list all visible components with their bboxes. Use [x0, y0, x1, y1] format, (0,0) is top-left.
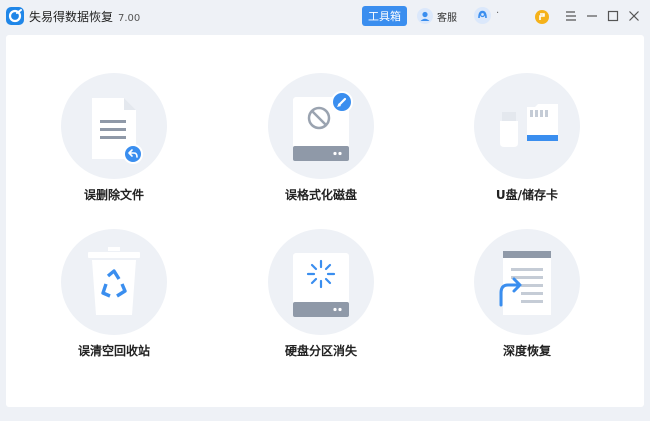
minimize-icon — [587, 15, 597, 17]
card-label: 误删除文件 — [83, 188, 144, 202]
main-panel: 误删除文件 误格式化磁盘 U盘/储存卡 误清空回收站 硬盘分区消失 深度恢复 — [6, 35, 644, 407]
formatted-disk-icon — [268, 73, 374, 179]
user-name: · — [496, 8, 500, 19]
minimize-button[interactable] — [584, 8, 600, 24]
card-deleted-files[interactable]: 误删除文件 — [49, 73, 179, 213]
toolbox-button[interactable]: 工具箱 — [362, 6, 407, 26]
card-label: U盘/储存卡 — [495, 188, 559, 202]
close-icon — [629, 11, 639, 21]
card-deep-recovery[interactable]: 深度恢复 — [462, 229, 592, 369]
hamburger-icon — [566, 11, 576, 21]
card-formatted-disk[interactable]: 误格式化磁盘 — [256, 73, 386, 213]
usb-sdcard-icon — [474, 73, 580, 179]
card-usb-sdcard[interactable]: U盘/储存卡 — [462, 73, 592, 213]
close-button[interactable] — [626, 8, 642, 24]
card-label: 误格式化磁盘 — [284, 188, 357, 202]
card-label: 硬盘分区消失 — [284, 344, 357, 358]
app-name: 失易得数据恢复 — [29, 10, 114, 24]
card-recycle-bin[interactable]: 误清空回收站 — [49, 229, 179, 369]
user-avatar[interactable] — [474, 7, 491, 24]
deleted-files-icon — [61, 73, 167, 179]
card-label: 误清空回收站 — [77, 344, 150, 358]
customer-service-label: 客服 — [437, 12, 457, 24]
customer-service-icon — [417, 8, 433, 24]
app-title: 失易得数据恢复 7.00 — [29, 8, 140, 25]
menu-button[interactable] — [563, 8, 579, 24]
card-label: 深度恢复 — [502, 344, 551, 358]
title-bar: 失易得数据恢复 7.00 工具箱 客服 · — [0, 0, 650, 32]
lost-partition-icon — [268, 229, 374, 335]
app-logo-icon — [6, 7, 24, 25]
user-icon — [474, 7, 491, 24]
vip-icon — [535, 10, 549, 24]
card-lost-partition[interactable]: 硬盘分区消失 — [256, 229, 386, 369]
maximize-icon — [607, 10, 619, 22]
deep-recovery-icon — [474, 229, 580, 335]
maximize-button[interactable] — [605, 8, 621, 24]
app-version: 7.00 — [118, 13, 141, 24]
recycle-bin-icon — [61, 229, 167, 335]
customer-service-button[interactable]: 客服 — [417, 7, 457, 25]
vip-button[interactable] — [535, 9, 549, 24]
